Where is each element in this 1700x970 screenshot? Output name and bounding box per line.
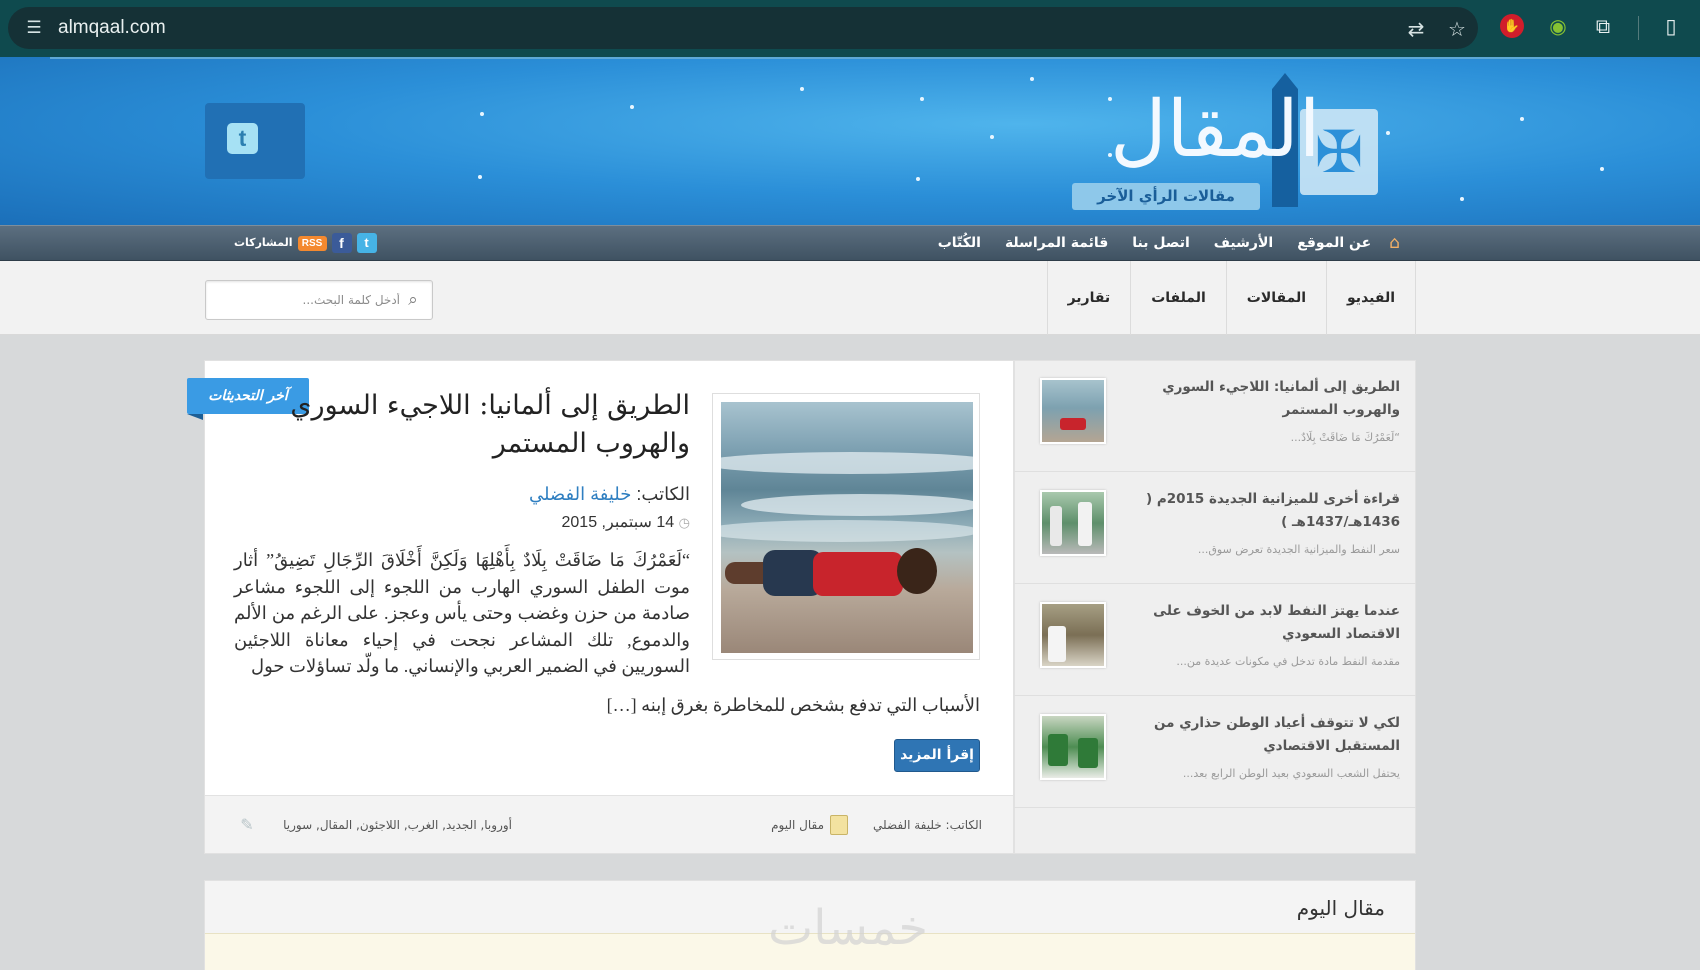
nav-mailing-list[interactable]: قائمة المراسلة bbox=[993, 226, 1120, 260]
thumbnail-detail bbox=[1078, 502, 1092, 546]
nav-about[interactable]: عن الموقع bbox=[1285, 226, 1383, 260]
article-date: ◷ 14 سبتمبر, 2015 bbox=[400, 512, 691, 534]
social-links: t f RSS المشاركات bbox=[230, 233, 377, 253]
banner-star bbox=[630, 105, 634, 109]
sidebar-item[interactable]: عندما يهتز النفط لابد من الخوف على الاقت… bbox=[1014, 584, 1416, 696]
photo-figure-head bbox=[897, 548, 937, 594]
sidebar-item-excerpt: سعر النفط والميزانية الجديدة تعرض سوق... bbox=[1197, 543, 1400, 556]
tab-articles[interactable]: المقالات bbox=[1227, 261, 1328, 335]
nav-contact[interactable]: اتصل بنا bbox=[1120, 226, 1201, 260]
sidebar-thumbnail[interactable] bbox=[1040, 602, 1106, 668]
main-navigation: الكُتّاب قائمة المراسلة اتصل بنا الأرشيف… bbox=[0, 225, 1700, 261]
search-icon[interactable]: ⌕ bbox=[403, 290, 423, 310]
sidebar-item-excerpt: يحتفل الشعب السعودي بعيد الوطن الرابع بع… bbox=[1182, 767, 1400, 780]
banner-star bbox=[800, 87, 804, 91]
banner-star bbox=[1600, 167, 1604, 171]
tag-icon: ✎ bbox=[240, 815, 254, 834]
banner-star bbox=[1520, 117, 1524, 121]
banner-star bbox=[1386, 131, 1390, 135]
thumbnail-detail bbox=[1060, 418, 1086, 430]
site-settings-icon[interactable]: ☰ bbox=[24, 18, 44, 38]
sidebar-item-title[interactable]: عندما يهتز النفط لابد من الخوف على الاقت… bbox=[1120, 600, 1400, 646]
tab-reports[interactable]: تقارير bbox=[1048, 261, 1132, 335]
banner-star bbox=[480, 112, 484, 116]
tab-video[interactable]: الفيديو bbox=[1327, 261, 1416, 335]
url-text[interactable]: almqaal.com bbox=[58, 17, 166, 39]
sidebar-item[interactable]: قراءة أخرى للميزانية الجديدة 2015م ( 143… bbox=[1014, 472, 1416, 584]
home-icon[interactable]: ⌂ bbox=[1383, 226, 1406, 260]
featured-photo[interactable] bbox=[721, 402, 973, 653]
byline-label: الكاتب: bbox=[636, 484, 690, 504]
author-link[interactable]: خليفة الفضلي bbox=[529, 484, 631, 504]
address-bar[interactable]: ☰ almqaal.com ⇄ ☆ bbox=[8, 7, 1478, 49]
thumbnail-detail bbox=[1048, 626, 1066, 662]
article-excerpt: “لَعَمْرُكَ مَا ضَاقَتْ بِلَادٌ بِأَهْلِ… bbox=[234, 550, 690, 676]
banner-star bbox=[1030, 77, 1034, 81]
meta-tags[interactable]: أوروبا, الجديد, الغرب, اللاجئون, المقال,… bbox=[266, 815, 512, 835]
meta-category[interactable]: مقال اليوم bbox=[740, 815, 824, 835]
folder-icon bbox=[830, 815, 848, 835]
globe-extension-icon[interactable]: ◉ bbox=[1545, 13, 1571, 39]
bookmark-star-icon[interactable]: ☆ bbox=[1444, 16, 1470, 42]
banner-star bbox=[990, 135, 994, 139]
nav-writers[interactable]: الكُتّاب bbox=[926, 226, 993, 260]
banner-star bbox=[478, 175, 482, 179]
logo-subtitle-box: مقالات الرأي الآخر bbox=[1072, 183, 1260, 210]
banner-top-line bbox=[50, 57, 1570, 59]
thumbnail-detail bbox=[1048, 734, 1068, 766]
photo-figure-shirt bbox=[813, 552, 903, 596]
sidebar-item-excerpt: “لَعَمْرُكَ مَا ضَاقَتْ بِلَادٌ... bbox=[1290, 431, 1400, 444]
sidebar-thumbnail[interactable] bbox=[1040, 714, 1106, 780]
article-byline: الكاتب: خليفة الفضلي bbox=[400, 482, 690, 506]
featured-article-title[interactable]: الطريق إلى ألمانيا: اللاجيء السوري والهر… bbox=[230, 387, 690, 463]
search-box[interactable]: ⌕ bbox=[205, 280, 433, 320]
read-more-button[interactable]: إقرأ المزيد bbox=[894, 739, 980, 772]
browser-toolbar: ☰ almqaal.com ⇄ ☆ ✋ ◉ ⧉ ▯ bbox=[0, 0, 1700, 57]
article-excerpt-tail: الأسباب التي تدفع بشخص للمخاطرة بغرق إبن… bbox=[606, 695, 980, 715]
logo-subtitle: مقالات الرأي الآخر bbox=[1097, 187, 1235, 205]
sidebar-item-title[interactable]: الطريق إلى ألمانيا: اللاجيء السوري والهر… bbox=[1120, 376, 1400, 422]
nav-archive[interactable]: الأرشيف bbox=[1202, 226, 1285, 260]
twitter-icon[interactable]: t bbox=[356, 233, 377, 253]
thumbnail-detail bbox=[1050, 506, 1062, 546]
banner-star bbox=[920, 97, 924, 101]
photo-wave bbox=[741, 494, 973, 516]
section-navigation: تقارير الملفات المقالات الفيديو ⌕ bbox=[0, 261, 1700, 335]
sidebar-item-excerpt: مقدمة النفط مادة تدخل في مكونات عديدة من… bbox=[1176, 655, 1400, 668]
sidebar-item[interactable]: الطريق إلى ألمانيا: اللاجيء السوري والهر… bbox=[1014, 360, 1416, 472]
stop-extension-icon[interactable]: ✋ bbox=[1500, 14, 1524, 38]
article-date-text: 14 سبتمبر, 2015 bbox=[561, 514, 675, 531]
clock-icon: ◷ bbox=[678, 515, 690, 530]
photo-wave bbox=[721, 452, 973, 474]
facebook-icon[interactable]: f bbox=[331, 233, 352, 253]
nav-links: الكُتّاب قائمة المراسلة اتصل بنا الأرشيف… bbox=[926, 226, 1406, 260]
side-panel-icon[interactable]: ▯ bbox=[1658, 13, 1684, 39]
twitter-icon[interactable]: t bbox=[227, 123, 258, 154]
section-heading: مقال اليوم bbox=[1296, 896, 1385, 920]
section-tabs: تقارير الملفات المقالات الفيديو bbox=[1046, 261, 1416, 335]
featured-photo-frame[interactable] bbox=[712, 393, 980, 660]
sidebar-item-title[interactable]: قراءة أخرى للميزانية الجديدة 2015م ( 143… bbox=[1120, 488, 1400, 534]
site-header-banner: t ✠ المقال مقالات الرأي الآخر bbox=[0, 57, 1700, 225]
subscriptions-link[interactable]: المشاركات bbox=[230, 233, 293, 253]
extensions-puzzle-icon[interactable]: ⧉ bbox=[1590, 13, 1616, 39]
banner-star bbox=[1460, 197, 1464, 201]
header-twitter-box[interactable]: t bbox=[205, 103, 305, 179]
tab-files[interactable]: الملفات bbox=[1131, 261, 1227, 335]
meta-author[interactable]: الكاتب: خليفة الفضلي bbox=[860, 815, 982, 835]
banner-star bbox=[916, 177, 920, 181]
thumbnail-detail bbox=[1078, 738, 1098, 768]
sidebar-item[interactable]: لكي لا تتوقف أعياد الوطن حذاري من المستق… bbox=[1014, 696, 1416, 808]
sidebar-thumbnail[interactable] bbox=[1040, 490, 1106, 556]
sidebar-item-title[interactable]: لكي لا تتوقف أعياد الوطن حذاري من المستق… bbox=[1120, 712, 1400, 758]
search-input[interactable] bbox=[220, 289, 400, 311]
translate-icon[interactable]: ⇄ bbox=[1403, 16, 1429, 42]
toolbar-divider bbox=[1638, 16, 1639, 40]
photo-wave bbox=[721, 520, 973, 542]
rss-icon[interactable]: RSS bbox=[297, 235, 327, 251]
watermark-text: خمسات bbox=[767, 900, 929, 956]
sidebar-thumbnail[interactable] bbox=[1040, 378, 1106, 444]
ribbon-fold bbox=[187, 414, 203, 420]
site-logo-text[interactable]: المقال bbox=[1110, 75, 1320, 185]
